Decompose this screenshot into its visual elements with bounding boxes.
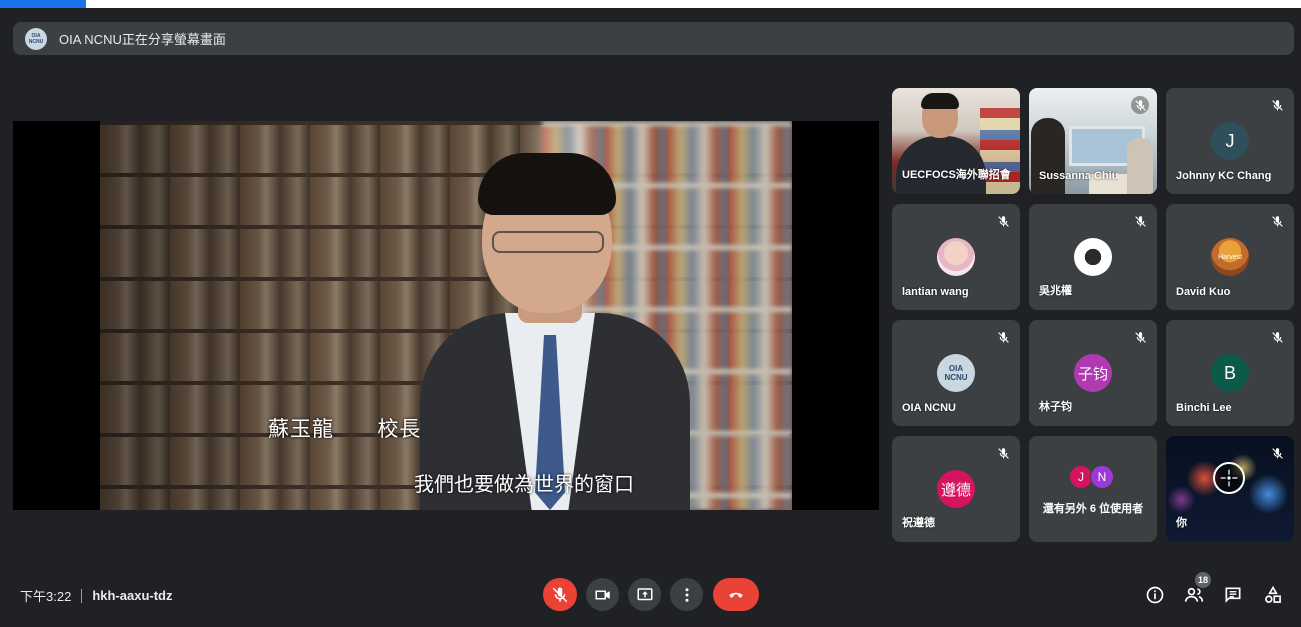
participant-tile-oia-ncnu[interactable]: OIA NCNU OIA NCNU — [892, 320, 1020, 426]
presentation-video: 蘇玉龍 校長 我們也要做為世界的窗口 — [100, 121, 792, 510]
more-options-button[interactable] — [670, 578, 703, 611]
present-icon — [637, 587, 652, 600]
mic-off-icon — [1268, 212, 1286, 230]
mic-off-icon — [994, 212, 1012, 230]
activities-icon — [1265, 585, 1281, 603]
participant-name: 林子钧 — [1039, 401, 1072, 413]
participant-tile-johnny-kc-chang[interactable]: J Johnny KC Chang — [1166, 88, 1294, 194]
avatar — [1074, 238, 1112, 276]
avatar — [937, 238, 975, 276]
avatar: Harvest — [1211, 238, 1249, 276]
divider — [81, 588, 83, 603]
chat-button[interactable] — [1221, 583, 1245, 607]
chat-icon — [1225, 587, 1241, 603]
mic-off-icon — [1131, 96, 1149, 114]
presenter-logo: OIA NCNU — [25, 27, 47, 50]
participant-tile-binchi-lee[interactable]: B Binchi Lee — [1166, 320, 1294, 426]
participant-tile-self[interactable]: 你 — [1166, 436, 1294, 542]
participant-name: OIA NCNU — [902, 402, 956, 414]
screen-share-banner: OIA NCNU OIA NCNU正在分享螢幕畫面 — [13, 22, 1294, 55]
participant-name: 祝遵德 — [902, 517, 935, 529]
mic-off-icon — [1268, 328, 1286, 346]
active-tab-indicator[interactable] — [0, 0, 86, 8]
participant-tile-david-kuo[interactable]: Harvest David Kuo — [1166, 204, 1294, 310]
participant-tile-wu-zhaoquan[interactable]: 吳兆權 — [1029, 204, 1157, 310]
avatar: N — [1090, 465, 1114, 489]
participant-tile-zhu-zunde[interactable]: 遵德 祝遵德 — [892, 436, 1020, 542]
browser-top-bar — [0, 0, 1301, 8]
participant-tile-lantian-wang[interactable]: lantian wang — [892, 204, 1020, 310]
mic-off-icon — [1131, 328, 1149, 346]
mic-off-icon — [994, 444, 1012, 462]
avatar: J — [1211, 122, 1249, 160]
avatar: 子钧 — [1074, 354, 1112, 392]
mic-off-icon — [994, 328, 1012, 346]
present-screen-button[interactable] — [628, 578, 661, 611]
people-icon — [1184, 587, 1204, 602]
mic-off-icon — [1268, 96, 1286, 114]
camera-icon — [595, 590, 610, 599]
leave-call-button[interactable] — [713, 578, 759, 611]
participant-name: David Kuo — [1176, 286, 1231, 298]
meeting-time: 下午3:22 — [20, 589, 72, 604]
participant-name: Johnny KC Chang — [1176, 170, 1272, 182]
participant-name: lantian wang — [902, 286, 969, 298]
participant-count-badge: 18 — [1195, 572, 1211, 588]
shared-screen[interactable]: 蘇玉龍 校長 我們也要做為世界的窗口 — [13, 121, 879, 510]
participant-name: Sussanna Chiu — [1039, 170, 1119, 182]
mic-off-icon — [552, 587, 568, 602]
activities-button[interactable] — [1261, 583, 1285, 607]
participant-tile-lin-zijun[interactable]: 子钧 林子钧 — [1029, 320, 1157, 426]
call-end-icon — [729, 592, 743, 598]
camera-toggle-button[interactable] — [586, 578, 619, 611]
more-vert-icon — [685, 587, 688, 602]
participant-name: Binchi Lee — [1176, 402, 1232, 414]
participant-name: 吳兆權 — [1039, 285, 1072, 297]
participant-name: 你 — [1176, 517, 1187, 529]
speaking-indicator-icon — [1213, 462, 1245, 494]
mic-toggle-button[interactable] — [543, 578, 577, 611]
participant-name: UECFOCS海外聯招會 — [902, 169, 1011, 181]
participant-tile-sussanna-chiu[interactable]: Sussanna Chiu — [1029, 88, 1157, 194]
speaker-name-caption: 蘇玉龍 校長 — [268, 417, 422, 441]
participant-tile-others[interactable]: J N 還有另外 6 位使用者 — [1029, 436, 1157, 542]
info-icon — [1146, 586, 1164, 604]
others-count-text: 還有另外 6 位使用者 — [1042, 503, 1144, 515]
mic-off-icon — [1268, 444, 1286, 462]
participant-tile-uecfocs[interactable]: UECFOCS海外聯招會 — [892, 88, 1020, 194]
meeting-details-button[interactable] — [1143, 583, 1167, 607]
avatar: OIA NCNU — [937, 354, 975, 392]
meeting-code: hkh-aaxu-tdz — [92, 588, 173, 603]
avatar: B — [1211, 354, 1249, 392]
mic-off-icon — [1131, 212, 1149, 230]
video-subtitle: 我們也要做為世界的窗口 — [414, 472, 634, 496]
meeting-info: 下午3:22 hkh-aaxu-tdz — [20, 586, 172, 605]
avatar: 遵德 — [937, 470, 975, 508]
speaker-figure — [400, 153, 700, 510]
others-avatars: J N — [1069, 465, 1114, 489]
screen-share-text: OIA NCNU正在分享螢幕畫面 — [59, 32, 226, 47]
